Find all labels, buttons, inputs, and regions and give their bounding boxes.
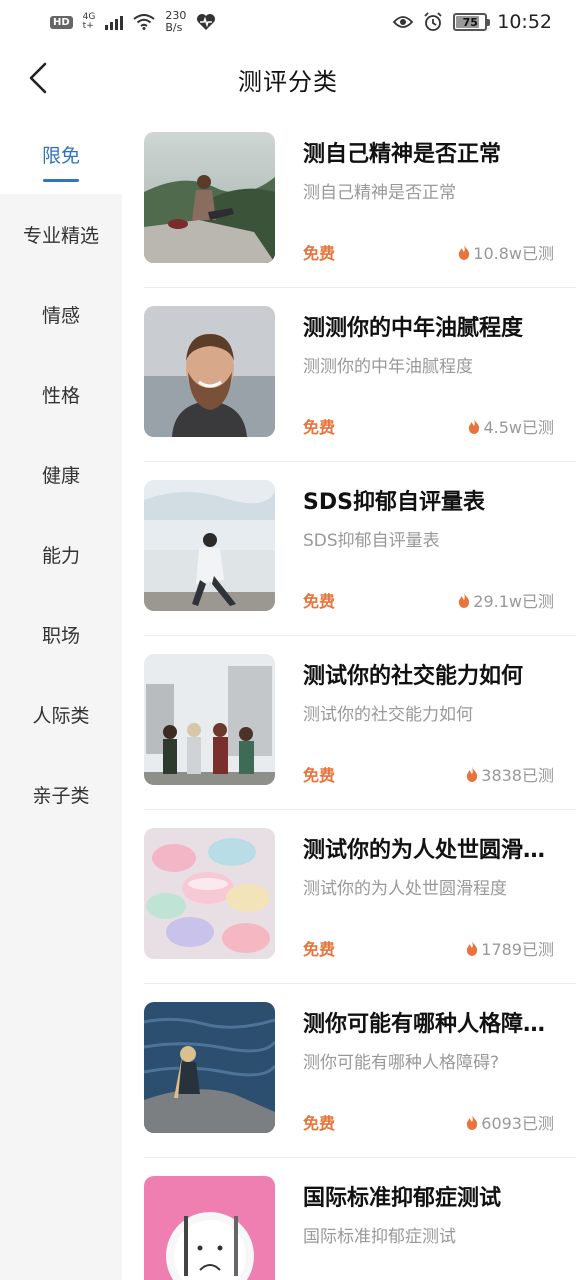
status-bar: HD 4G t+ 230 B/s 75 10:52	[0, 0, 576, 44]
network-type-bottom: t+	[82, 21, 94, 31]
status-right: 75 10:52	[393, 11, 552, 33]
taken-count: 4.5w已测	[468, 414, 554, 438]
taken-count: 3838已测	[466, 762, 554, 786]
test-card[interactable]: SDS抑郁自评量表 SDS抑郁自评量表 免费 29.1w已测	[144, 462, 576, 636]
taken-count-text: 6093已测	[481, 1114, 554, 1133]
price-label: 免费	[303, 766, 336, 785]
category-sidebar: 限免 专业精选 情感 性格 健康 能力 职场 人际类 亲子类	[0, 114, 122, 1280]
test-card[interactable]: 测试你的社交能力如何 测试你的社交能力如何 免费 3838已测	[144, 636, 576, 810]
sidebar-item-label: 情感	[41, 304, 80, 327]
bearded-man-photo	[144, 306, 275, 437]
taken-count-text: 3838已测	[481, 766, 554, 785]
taken-count: 10.8w已测	[458, 240, 554, 264]
page-header: 测评分类	[0, 44, 576, 114]
battery-level: 75	[462, 15, 478, 29]
taken-count-text: 10.8w已测	[473, 244, 554, 263]
sad-plate-photo	[144, 1176, 275, 1280]
sidebar-item-professional[interactable]: 专业精选	[0, 194, 122, 274]
test-title: 测测你的中年油腻程度	[303, 316, 524, 341]
taken-count: 29.1w已测	[458, 588, 554, 612]
test-card[interactable]: 测你可能有哪种人格障… 测你可能有哪种人格障碍? 免费 6093已测	[144, 984, 576, 1158]
sidebar-item-limited-free[interactable]: 限免	[0, 114, 122, 194]
taken-count: 6093已测	[466, 1110, 554, 1134]
hd-badge: HD	[50, 15, 73, 29]
sidebar-item-personality[interactable]: 性格	[0, 354, 122, 434]
fire-icon	[459, 592, 470, 608]
sidebar-item-label: 性格	[41, 384, 80, 407]
test-subtitle: 测你可能有哪种人格障碍?	[303, 1053, 500, 1073]
test-title: 测试你的为人处世圆滑…	[303, 838, 546, 863]
sidebar-item-label: 人际类	[32, 704, 90, 727]
sidebar-item-label: 专业精选	[22, 224, 99, 247]
woman-on-cliff-photo	[144, 132, 275, 263]
taken-count: 1789已测	[466, 936, 554, 960]
sidebar-item-ability[interactable]: 能力	[0, 514, 122, 594]
test-title: 国际标准抑郁症测试	[303, 1186, 502, 1211]
test-list: 测自己精神是否正常 测自己精神是否正常 免费 10.8w已测 测测你的中年油腻程…	[122, 114, 576, 1280]
test-title: 测试你的社交能力如何	[303, 664, 524, 689]
price-label: 免费	[303, 592, 336, 611]
test-subtitle: 国际标准抑郁症测试	[303, 1227, 456, 1247]
test-subtitle: 测自己精神是否正常	[303, 183, 456, 203]
test-card[interactable]: 国际标准抑郁症测试 国际标准抑郁症测试	[144, 1158, 576, 1280]
sidebar-item-emotion[interactable]: 情感	[0, 274, 122, 354]
chevron-left-icon	[29, 62, 47, 94]
fire-icon	[467, 940, 478, 956]
page-title: 测评分类	[238, 67, 338, 96]
test-subtitle: 测试你的社交能力如何	[303, 705, 473, 725]
wifi-icon	[133, 14, 155, 30]
sidebar-item-label: 限免	[41, 144, 80, 167]
test-subtitle: SDS抑郁自评量表	[303, 531, 440, 551]
fire-icon	[467, 1114, 478, 1130]
eye-icon	[393, 16, 414, 28]
friends-group-photo	[144, 654, 275, 785]
fire-icon	[459, 244, 470, 260]
candy-pills-photo	[144, 828, 275, 959]
taken-count-text: 1789已测	[481, 940, 554, 959]
sidebar-item-health[interactable]: 健康	[0, 434, 122, 514]
network-type: 4G t+	[83, 13, 96, 31]
taken-count-text: 4.5w已测	[483, 418, 554, 437]
sidebar-item-label: 亲子类	[32, 784, 90, 807]
taken-count-text: 29.1w已测	[473, 592, 554, 611]
price-label: 免费	[303, 418, 336, 437]
status-left: HD 4G t+ 230 B/s	[50, 10, 216, 34]
test-subtitle: 测试你的为人处世圆滑程度	[303, 879, 507, 899]
test-title: 测自己精神是否正常	[303, 142, 502, 167]
fire-icon	[467, 766, 478, 782]
alarm-icon	[424, 12, 442, 31]
sidebar-item-label: 能力	[41, 544, 80, 567]
price-label: 免费	[303, 244, 336, 263]
test-title: SDS抑郁自评量表	[303, 490, 485, 515]
sidebar-item-workplace[interactable]: 职场	[0, 594, 122, 674]
sidebar-item-interpersonal[interactable]: 人际类	[0, 674, 122, 754]
girl-by-sea-photo	[144, 1002, 275, 1133]
heart-rate-icon	[197, 14, 216, 30]
test-card[interactable]: 测测你的中年油腻程度 测测你的中年油腻程度 免费 4.5w已测	[144, 288, 576, 462]
test-card[interactable]: 测试你的为人处世圆滑… 测试你的为人处世圆滑程度 免费 1789已测	[144, 810, 576, 984]
network-speed-unit: B/s	[165, 21, 183, 34]
network-speed: 230 B/s	[165, 10, 186, 34]
active-indicator	[43, 179, 79, 182]
clock: 10:52	[497, 11, 552, 33]
signal-icon	[105, 14, 124, 30]
sidebar-item-label: 职场	[41, 624, 80, 647]
price-label: 免费	[303, 940, 336, 959]
test-title: 测你可能有哪种人格障…	[303, 1012, 546, 1037]
back-button[interactable]	[20, 58, 56, 98]
sidebar-item-parenting[interactable]: 亲子类	[0, 754, 122, 834]
test-subtitle: 测测你的中年油腻程度	[303, 357, 473, 377]
man-by-lake-photo	[144, 480, 275, 611]
sidebar-item-label: 健康	[41, 464, 80, 487]
battery-icon: 75	[453, 13, 491, 31]
test-card[interactable]: 测自己精神是否正常 测自己精神是否正常 免费 10.8w已测	[144, 114, 576, 288]
fire-icon	[469, 418, 480, 434]
price-label: 免费	[303, 1114, 336, 1133]
